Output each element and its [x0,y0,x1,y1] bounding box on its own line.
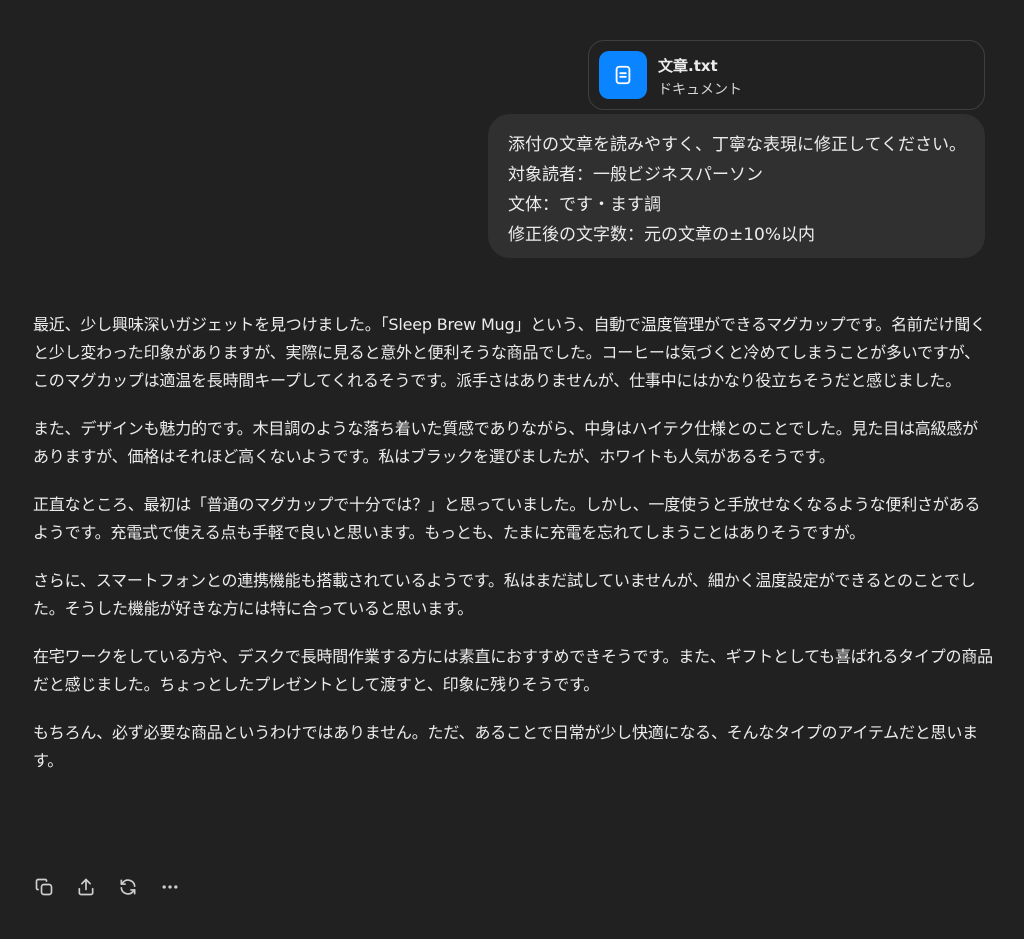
more-icon[interactable] [159,876,181,898]
response-paragraph: 正直なところ、最初は「普通のマグカップで十分では？」と思っていました。しかし、一… [33,495,981,542]
share-icon[interactable] [75,876,97,898]
response-paragraph: また、デザインも魅力的です。木目調のような落ち着いた質感でありながら、中身はハイ… [33,419,978,466]
user-message-bubble: 添付の文章を読みやすく、丁寧な表現に修正してください。 対象読者：一般ビジネスパ… [488,114,985,258]
assistant-response: 最近、少し興味深いガジェットを見つけました。「Sleep Brew Mug」とい… [33,311,993,795]
user-message-line: 対象読者：一般ビジネスパーソン [508,165,763,185]
user-message-line: 修正後の文字数：元の文章の±10%以内 [508,225,816,245]
file-type-label: ドキュメント [658,82,742,98]
response-paragraph: 最近、少し興味深いガジェットを見つけました。「Sleep Brew Mug」とい… [33,315,986,390]
response-paragraph: もちろん、必ず必要な商品というわけではありません。ただ、あることで日常が少し快適… [33,723,978,770]
response-action-bar [33,876,181,898]
copy-icon[interactable] [33,876,55,898]
user-message-line: 添付の文章を読みやすく、丁寧な表現に修正してください。 [508,135,966,155]
file-attachment-card[interactable]: 文章.txt ドキュメント [588,40,985,110]
regenerate-icon[interactable] [117,876,139,898]
user-message-line: 文体：です・ます調 [508,195,661,215]
document-icon [599,51,647,99]
file-name: 文章.txt [658,57,718,75]
response-paragraph: 在宅ワークをしている方や、デスクで長時間作業する方には素直におすすめできそうです… [33,647,993,694]
response-paragraph: さらに、スマートフォンとの連携機能も搭載されているようです。私はまだ試していませ… [33,571,976,618]
